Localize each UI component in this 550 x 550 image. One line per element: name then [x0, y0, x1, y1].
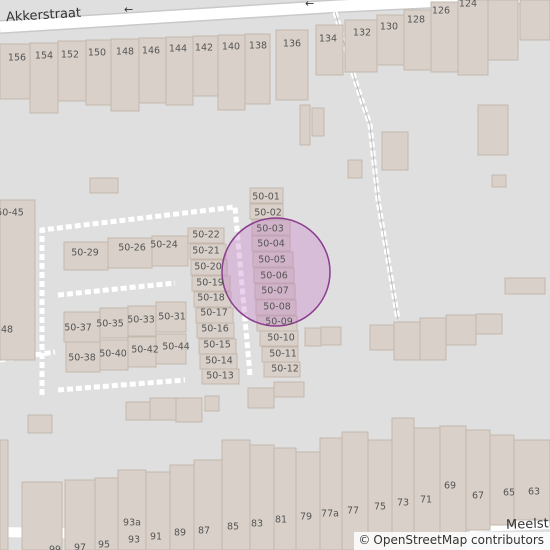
house-number-label: 142 — [194, 42, 214, 54]
street-label-meelstraat: Meelstr — [505, 516, 550, 533]
house-number-label: 75 — [373, 501, 387, 513]
house-number-label: 128 — [406, 14, 426, 26]
house-number-label: 50-42 — [131, 344, 159, 356]
house-number-label: 65 — [502, 487, 516, 499]
house-number-label: 136 — [282, 38, 302, 50]
house-number-label: 150 — [87, 47, 107, 59]
attribution[interactable]: © OpenStreetMap contributors — [354, 531, 550, 550]
house-number-label: 134 — [318, 33, 338, 45]
house-number-label: 50-14 — [205, 355, 233, 367]
house-number-label: 50-26 — [118, 242, 146, 254]
house-number-label: 156 — [7, 52, 27, 64]
house-number-label: 138 — [248, 40, 268, 52]
house-number-label: 77a — [321, 508, 339, 520]
house-number-label: 50-45 — [0, 207, 24, 219]
house-number-label: 50-31 — [158, 311, 186, 323]
house-number-label: 79 — [299, 511, 313, 523]
house-number-label: 50-16 — [201, 323, 229, 335]
house-number-label: 50-29 — [71, 247, 99, 259]
house-number-label: 50-33 — [127, 314, 155, 326]
house-number-label: 48 — [0, 324, 14, 336]
house-number-label: 93a — [123, 517, 141, 529]
house-number-label: 50-20 — [194, 261, 222, 273]
house-number-label: 50-38 — [68, 352, 96, 364]
house-number-label: 50-03 — [256, 223, 284, 235]
house-number-label: 50-09 — [265, 316, 293, 328]
house-number-label: 124 — [458, 0, 478, 10]
house-number-label: 97 — [73, 542, 87, 550]
house-number-label: 71 — [419, 494, 433, 506]
house-number-label: 85 — [226, 521, 240, 533]
house-number-label: 50-17 — [200, 307, 228, 319]
house-number-label: 91 — [149, 531, 163, 543]
copyright-icon: © — [358, 532, 371, 547]
house-number-label: 69 — [443, 480, 457, 492]
house-number-label: 50-44 — [162, 341, 190, 353]
house-number-label: 50-12 — [271, 363, 299, 375]
house-number-label: 50-13 — [206, 370, 234, 382]
house-number-label: 50-19 — [196, 277, 224, 289]
house-number-label: 144 — [168, 43, 188, 55]
house-number-label: 83 — [250, 518, 264, 530]
house-number-label: 50-08 — [263, 301, 291, 313]
house-number-label: 73 — [396, 497, 410, 509]
house-number-label: 89 — [173, 527, 187, 539]
oneway-arrow-icon: ← — [124, 3, 134, 16]
house-number-label: 132 — [352, 27, 372, 39]
house-number-label: 81 — [274, 514, 288, 526]
house-number-label: 50-10 — [267, 332, 295, 344]
house-number-label: 148 — [115, 46, 135, 58]
house-number-label: 50-21 — [192, 245, 220, 257]
house-number-label: 77 — [346, 505, 360, 517]
house-number-label: 50-35 — [96, 318, 124, 330]
oneway-arrow-icon: ← — [305, 0, 315, 10]
house-number-label: 140 — [221, 41, 241, 53]
house-number-label: 50-05 — [258, 254, 286, 266]
house-number-label: 95 — [97, 539, 111, 550]
house-number-label: 50-37 — [64, 322, 92, 334]
house-number-label: 67 — [471, 490, 485, 502]
house-number-label: 126 — [431, 5, 451, 17]
house-number-label: 50-07 — [261, 285, 289, 297]
house-number-label: 50-15 — [203, 339, 231, 351]
house-number-label: 93 — [127, 534, 141, 546]
house-number-label: 63 — [527, 486, 541, 498]
map-canvas[interactable]: Akkerstraat ← ← Meelstr 156 154 152 150 148 1… — [0, 0, 550, 550]
house-number-label: 87 — [197, 525, 211, 537]
house-number-label: 50-02 — [254, 207, 282, 219]
house-number-label: 50-40 — [99, 348, 127, 360]
house-number-label: 130 — [379, 21, 399, 33]
house-number-label: 50-22 — [192, 229, 220, 241]
house-number-label: 99 — [48, 544, 62, 550]
house-number-label: 50-01 — [252, 191, 280, 203]
house-number-label: 50-04 — [257, 238, 285, 250]
house-number-label: 50-11 — [269, 348, 297, 360]
house-number-label: 154 — [34, 50, 54, 62]
house-number-label: 50-18 — [197, 292, 225, 304]
house-number-label: 146 — [141, 45, 161, 57]
house-number-label: 50-06 — [260, 270, 288, 282]
attribution-text: OpenStreetMap contributors — [373, 532, 544, 547]
house-number-label: 152 — [60, 49, 80, 61]
house-number-label: 50-24 — [150, 239, 178, 251]
